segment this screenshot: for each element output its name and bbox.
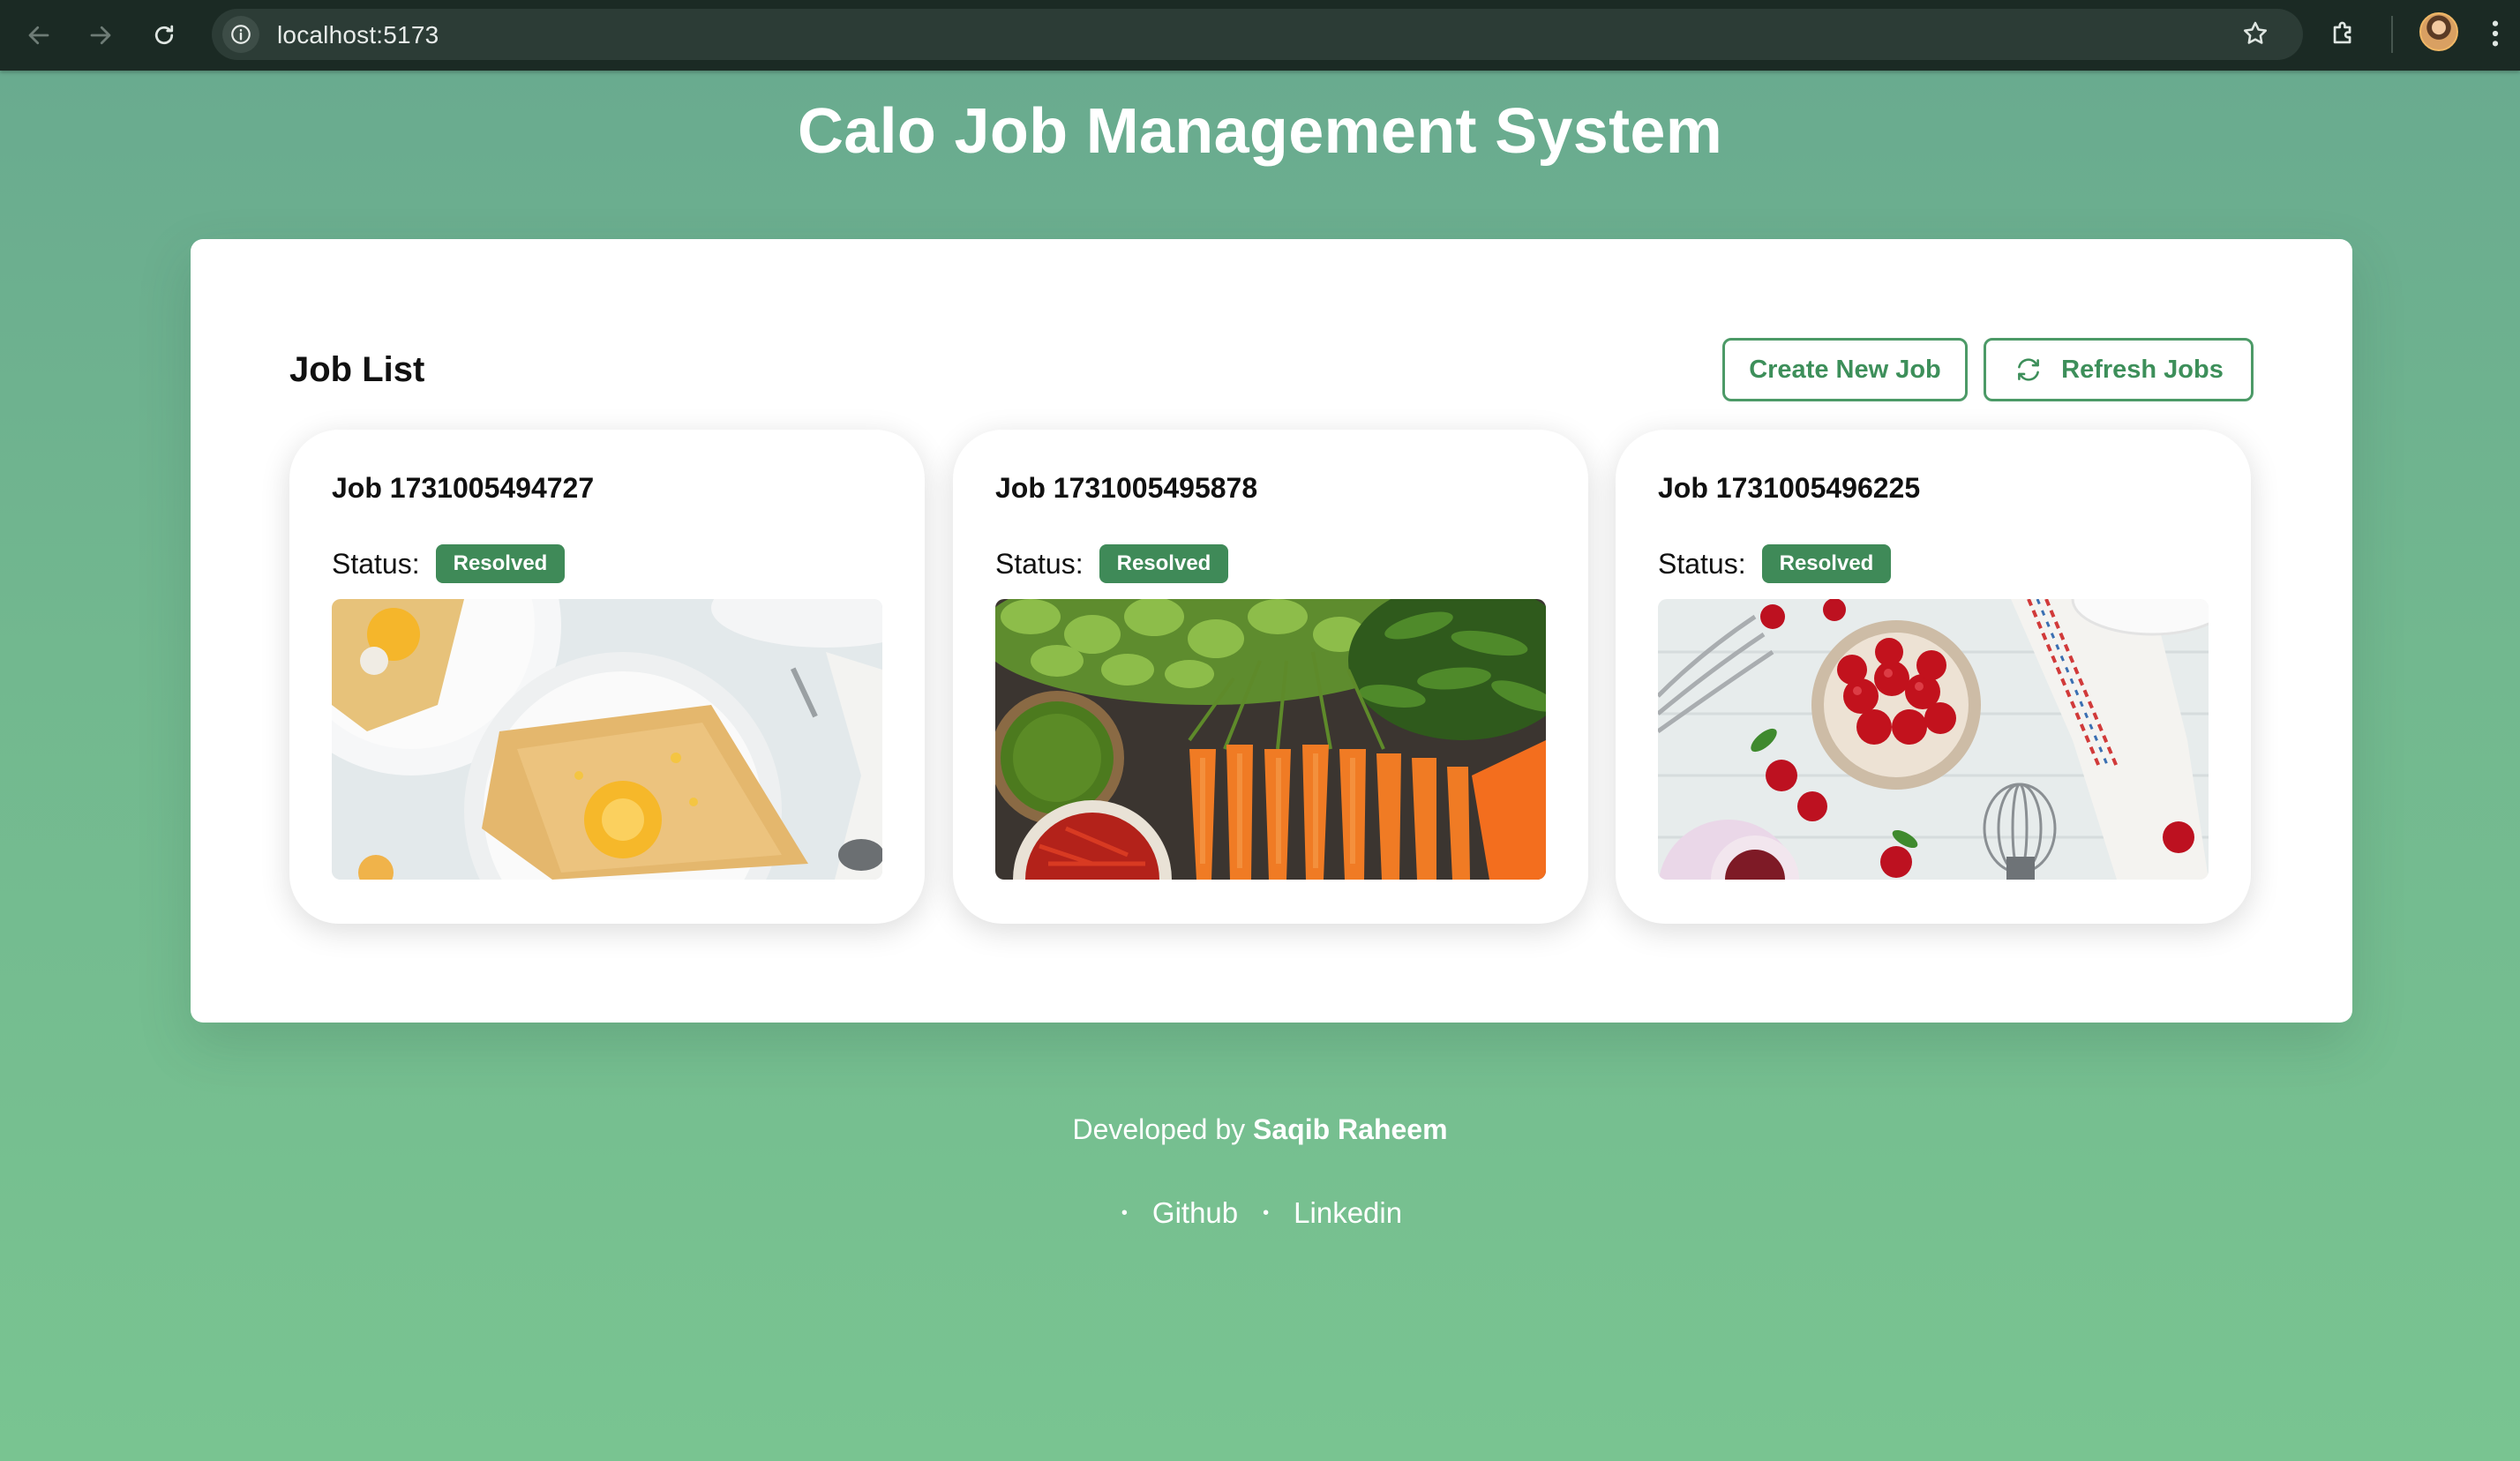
job-title: Job 1731005496225 — [1658, 472, 1921, 504]
kebab-menu-icon — [2492, 20, 2499, 47]
back-button[interactable] — [16, 12, 62, 58]
footer-credit: Developed by Saqib Raheem — [0, 1113, 2520, 1146]
status-label: Status: — [995, 547, 1084, 580]
job-image — [332, 599, 882, 880]
page-title: Calo Job Management System — [797, 96, 1723, 167]
address-bar[interactable]: localhost:5173 — [212, 9, 2303, 60]
status-label: Status: — [1658, 547, 1746, 580]
refresh-jobs-button[interactable]: Refresh Jobs — [1984, 338, 2254, 401]
linkedin-link[interactable]: Linkedin — [1294, 1196, 1402, 1230]
create-job-label: Create New Job — [1749, 355, 1941, 384]
profile-avatar[interactable] — [2419, 12, 2458, 51]
browser-toolbar: localhost:5173 — [0, 0, 2520, 71]
job-card[interactable]: Job 1731005495878 Status: Resolved — [953, 430, 1588, 924]
job-title: Job 1731005495878 — [995, 472, 1258, 504]
footer-prefix: Developed by — [1072, 1113, 1246, 1145]
job-card[interactable]: Job 1731005494727 Status: Resolved — [289, 430, 925, 924]
job-card[interactable]: Job 1731005496225 Status: Resolved — [1616, 430, 2251, 924]
status-badge: Resolved — [1099, 544, 1229, 583]
bullet-icon: • — [1121, 1203, 1128, 1223]
job-image — [1658, 599, 2209, 880]
status-badge: Resolved — [435, 544, 566, 583]
forward-button[interactable] — [78, 12, 124, 58]
job-title: Job 1731005494727 — [332, 472, 595, 504]
browser-menu-button[interactable] — [2478, 11, 2513, 56]
job-list-panel: Job List Create New Job Refresh Jobs Job… — [191, 239, 2352, 1023]
status-row: Status: Resolved — [1658, 544, 1892, 583]
status-row: Status: Resolved — [995, 544, 1229, 583]
url-text[interactable]: localhost:5173 — [277, 21, 439, 49]
footer-links: • Github • Linkedin — [0, 1196, 2520, 1230]
status-row: Status: Resolved — [332, 544, 566, 583]
reload-icon — [154, 25, 174, 45]
status-badge: Resolved — [1761, 544, 1892, 583]
create-job-button[interactable]: Create New Job — [1722, 338, 1968, 401]
back-arrow-icon — [28, 26, 49, 45]
bullet-icon: • — [1263, 1203, 1270, 1223]
reload-button[interactable] — [141, 12, 187, 58]
bookmark-button[interactable] — [2232, 11, 2278, 56]
extensions-button[interactable] — [2321, 11, 2366, 56]
info-icon — [231, 25, 251, 44]
job-list-title: Job List — [289, 350, 425, 389]
status-label: Status: — [332, 547, 420, 580]
github-link[interactable]: Github — [1152, 1196, 1238, 1230]
site-info-button[interactable] — [222, 16, 259, 53]
footer-author: Saqib Raheem — [1253, 1113, 1448, 1145]
refresh-icon — [2018, 358, 2040, 381]
job-image — [995, 599, 1546, 880]
star-icon — [2244, 21, 2267, 44]
forward-arrow-icon — [90, 26, 111, 45]
refresh-jobs-label: Refresh Jobs — [2061, 355, 2224, 384]
toolbar-divider — [2391, 16, 2393, 53]
puzzle-icon — [2333, 21, 2351, 44]
